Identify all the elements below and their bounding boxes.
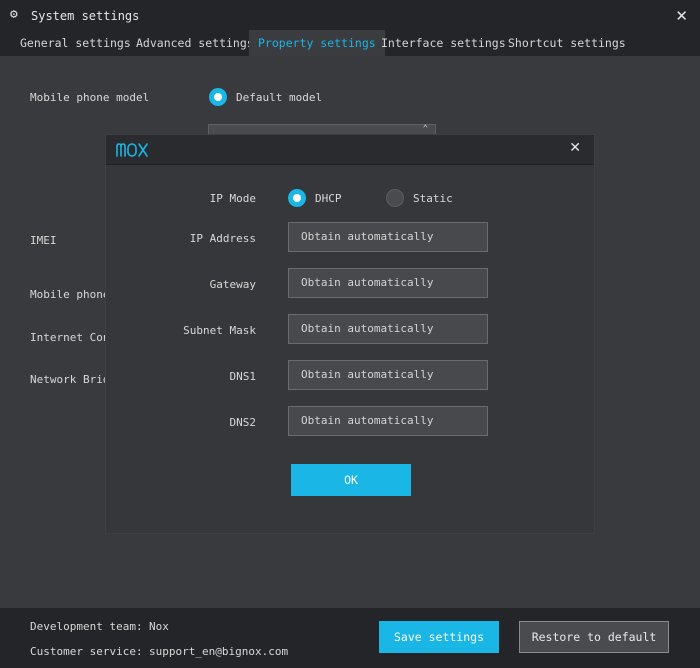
ip-mode-label: IP Mode <box>209 192 256 205</box>
dev-team-label: Development team: <box>30 620 143 633</box>
title-bar: ⚙ System settings ✕ <box>0 0 700 32</box>
close-icon[interactable]: ✕ <box>675 7 688 25</box>
customer-service-email[interactable]: support_en@bignox.com <box>149 645 288 658</box>
save-settings-button[interactable]: Save settings <box>379 621 499 653</box>
internet-connection-label: Internet Conn <box>30 331 117 344</box>
gateway-label: Gateway <box>209 278 256 291</box>
window-title: System settings <box>31 9 140 23</box>
mobile-phone-model-label: Mobile phone model <box>30 91 150 104</box>
tab-bar: General settings Advanced settings Prope… <box>0 30 700 56</box>
footer: Development team: Nox Customer service: … <box>0 608 700 668</box>
gateway-field[interactable]: Obtain automatically <box>288 268 488 298</box>
tab-shortcut-settings[interactable]: Shortcut settings <box>502 30 632 56</box>
static-label: Static <box>413 192 453 205</box>
tab-advanced-settings[interactable]: Advanced settings <box>130 30 260 56</box>
tab-general-settings[interactable]: General settings <box>14 30 137 56</box>
static-radio[interactable] <box>386 189 404 207</box>
customer-service-label: Customer service: <box>30 645 143 658</box>
ok-button[interactable]: OK <box>291 464 411 496</box>
tab-interface-settings[interactable]: Interface settings <box>375 30 512 56</box>
mobile-phone-label: Mobile phone <box>30 288 110 301</box>
dialog-body: IP Mode DHCP Static IP Address Obtain au… <box>106 165 594 533</box>
dns2-field[interactable]: Obtain automatically <box>288 406 488 436</box>
dns1-label: DNS1 <box>229 370 257 383</box>
default-model-radio[interactable] <box>209 88 227 106</box>
restore-default-button[interactable]: Restore to default <box>519 621 669 653</box>
dns1-field[interactable]: Obtain automatically <box>288 360 488 390</box>
dialog-header: ✕ <box>106 135 594 165</box>
network-bridge-label: Network Brid <box>30 373 110 386</box>
subnet-mask-label: Subnet Mask <box>183 324 256 337</box>
dhcp-radio[interactable] <box>288 189 306 207</box>
ip-address-label: IP Address <box>189 232 256 245</box>
subnet-mask-field[interactable]: Obtain automatically <box>288 314 488 344</box>
chevron-up-icon: ⌃ <box>422 124 428 134</box>
ip-address-field[interactable]: Obtain automatically <box>288 222 488 252</box>
dev-team-value: Nox <box>149 620 169 633</box>
default-model-label: Default model <box>236 91 323 104</box>
network-bridge-dialog: ✕ IP Mode DHCP Static IP Address Obtain … <box>105 134 595 534</box>
imei-label: IMEI <box>30 234 57 247</box>
dns2-label: DNS2 <box>229 416 257 429</box>
nox-logo <box>116 143 148 157</box>
gear-icon: ⚙ <box>10 7 18 22</box>
tab-property-settings[interactable]: Property settings <box>249 30 385 56</box>
dhcp-label: DHCP <box>315 192 342 205</box>
dialog-close-icon[interactable]: ✕ <box>569 140 581 156</box>
